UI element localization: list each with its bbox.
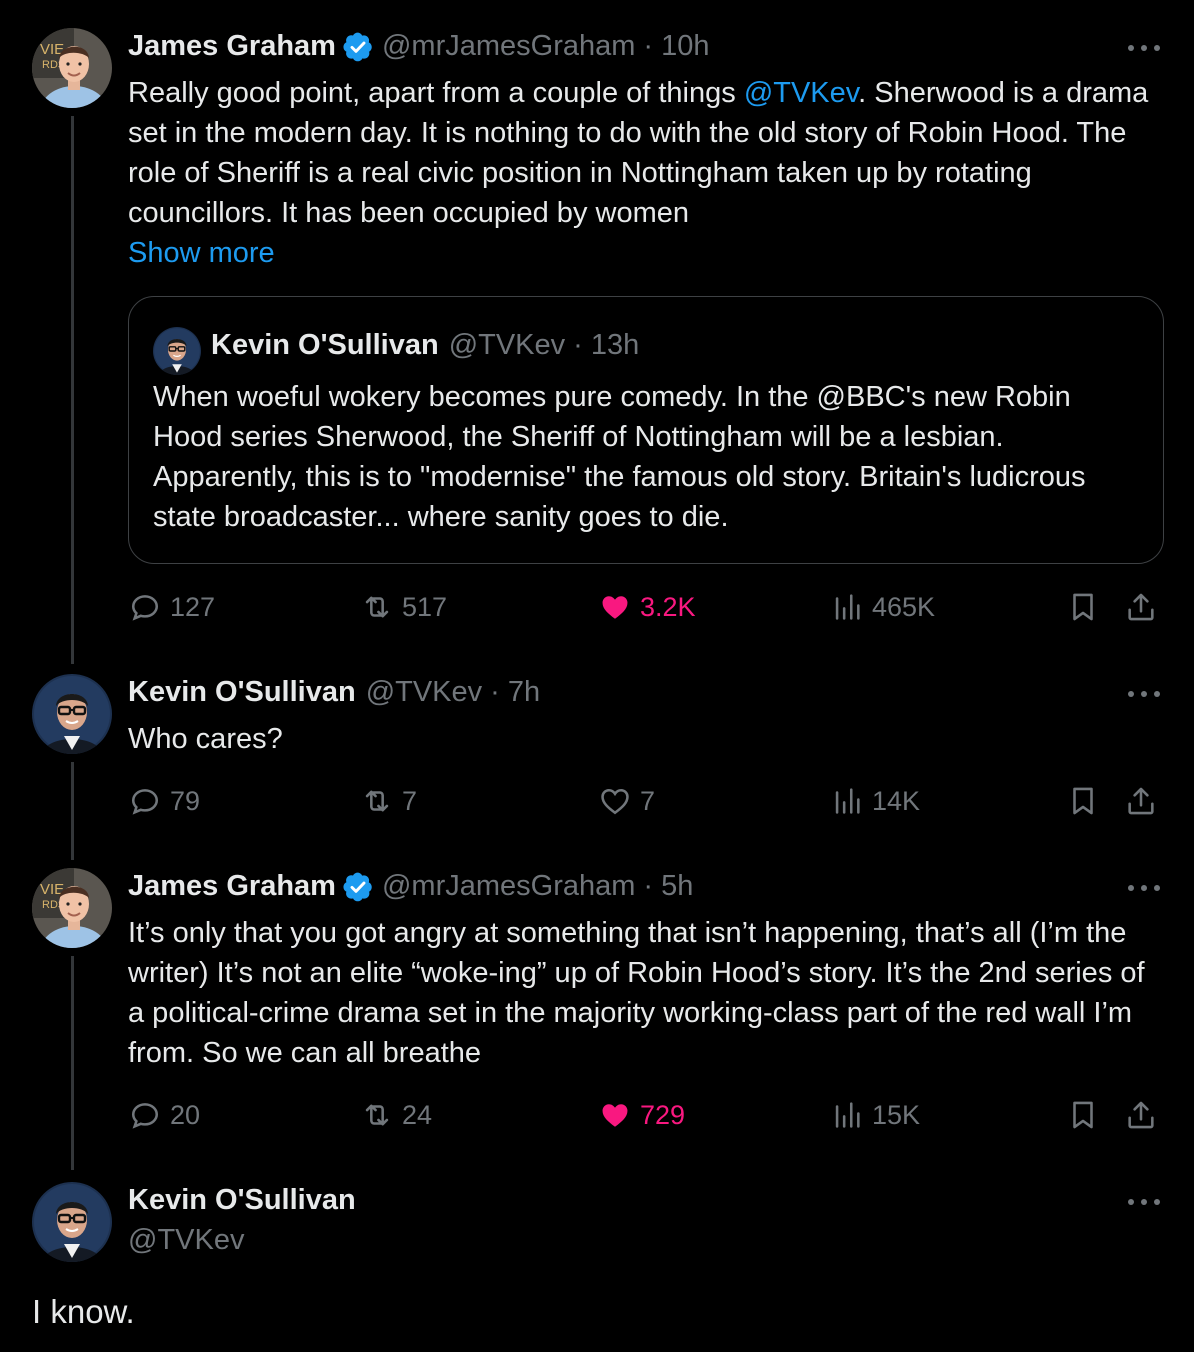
author-name[interactable]: Kevin O'Sullivan [128,676,356,709]
separator-dot: · [643,870,654,902]
views-icon [830,1098,864,1132]
retweet-icon [360,784,394,818]
views-button[interactable]: 15K [830,1098,920,1132]
more-icon[interactable] [1128,688,1160,700]
share-button[interactable] [1124,590,1158,624]
action-bar: 79 7 7 14K [128,784,1168,820]
heart-icon [598,784,632,818]
views-button[interactable]: 465K [830,590,935,624]
author-handle[interactable]: @mrJamesGraham [382,30,635,63]
thread-line [71,762,74,860]
view-count: 15K [872,1099,921,1130]
action-bar: 127 517 3.2K 465K [128,590,1168,626]
like-count: 3.2K [640,591,696,622]
author-name-row: Kevin O'Sullivan [128,1184,356,1217]
verified-icon[interactable] [342,31,374,63]
tweet-text: It’s only that you got angry at somethin… [128,917,1145,1069]
view-count: 14K [872,785,921,816]
bookmark-button[interactable] [1066,590,1100,624]
author-name[interactable]: James Graham [128,870,336,903]
thread-line [71,116,74,664]
tweet-text-part: Really good point, apart from a couple o… [128,77,744,109]
mention-link[interactable]: @TVKev [744,77,858,109]
bookmark-icon [1066,784,1100,818]
reply-count: 127 [170,591,216,622]
retweet-button[interactable]: 517 [360,590,447,624]
more-icon[interactable] [1128,1196,1160,1208]
tweet-header: James Graham @mrJamesGraham · 10h [128,30,709,63]
more-icon[interactable] [1128,882,1160,894]
heart-icon [598,590,632,624]
retweet-count: 7 [402,785,418,816]
heart-icon [598,1098,632,1132]
retweet-button[interactable]: 7 [360,784,417,818]
avatar[interactable] [32,868,112,948]
quote-text: When woeful wokery becomes pure comedy. … [153,381,1086,533]
views-icon [830,590,864,624]
timestamp[interactable]: 7h [508,676,540,709]
quoted-tweet[interactable]: Kevin O'Sullivan @TVKev · 13h When woeful w… [128,296,1164,564]
quote-timestamp: 13h [590,329,640,361]
show-more-link[interactable]: Show more [128,233,275,273]
views-icon [830,784,864,818]
bookmark-icon [1066,1098,1100,1132]
retweet-button[interactable]: 24 [360,1098,432,1132]
retweet-icon [360,590,394,624]
view-count: 465K [872,591,936,622]
author-name[interactable]: Kevin O'Sullivan [128,1184,356,1217]
reply-count: 79 [170,785,201,816]
author-handle[interactable]: @TVKev [128,1224,244,1257]
author-handle[interactable]: @TVKev [366,676,482,709]
avatar [153,327,201,375]
like-button[interactable]: 729 [598,1098,685,1132]
separator-dot: · [643,30,654,62]
verified-icon[interactable] [342,871,374,903]
retweet-icon [360,1098,394,1132]
more-icon[interactable] [1128,42,1160,54]
like-count: 7 [640,785,656,816]
share-icon [1124,590,1158,624]
reply-button[interactable]: 127 [128,590,215,624]
retweet-count: 24 [402,1099,433,1130]
share-icon [1124,784,1158,818]
like-count: 729 [640,1099,686,1130]
share-button[interactable] [1124,784,1158,818]
bookmark-button[interactable] [1066,1098,1100,1132]
author-handle[interactable]: @mrJamesGraham [382,870,635,903]
tweet-header: James Graham @mrJamesGraham · 5h [128,870,693,903]
reply-icon [128,1098,162,1132]
tweet-text: Really good point, apart from a couple o… [128,73,1168,233]
reply-button[interactable]: 79 [128,784,200,818]
separator-dot: · [573,329,583,361]
tweet-text: Who cares? [128,723,283,755]
tweet-text: I know. [32,1293,135,1330]
avatar[interactable] [32,1182,112,1262]
tweet-header: Kevin O'Sullivan @TVKev · 7h [128,676,540,709]
bookmark-button[interactable] [1066,784,1100,818]
author-handle-row: @TVKev [128,1224,244,1257]
avatar[interactable] [32,674,112,754]
bookmark-icon [1066,590,1100,624]
reply-icon [128,590,162,624]
views-button[interactable]: 14K [830,784,920,818]
reply-button[interactable]: 20 [128,1098,200,1132]
reply-icon [128,784,162,818]
reply-count: 20 [170,1099,201,1130]
quote-author-name: Kevin O'Sullivan [211,329,439,361]
retweet-count: 517 [402,591,448,622]
separator-dot: · [490,676,500,708]
thread-line [71,956,74,1170]
like-button[interactable]: 7 [598,784,655,818]
timestamp[interactable]: 10h [661,30,709,63]
share-button[interactable] [1124,1098,1158,1132]
share-icon [1124,1098,1158,1132]
timestamp[interactable]: 5h [661,870,693,903]
quote-header: Kevin O'Sullivan @TVKev · 13h [211,329,639,362]
author-name[interactable]: James Graham [128,30,336,63]
like-button[interactable]: 3.2K [598,590,696,624]
quote-author-handle: @TVKev [448,329,566,361]
avatar[interactable] [32,28,112,108]
action-bar: 20 24 729 15K [128,1098,1168,1134]
